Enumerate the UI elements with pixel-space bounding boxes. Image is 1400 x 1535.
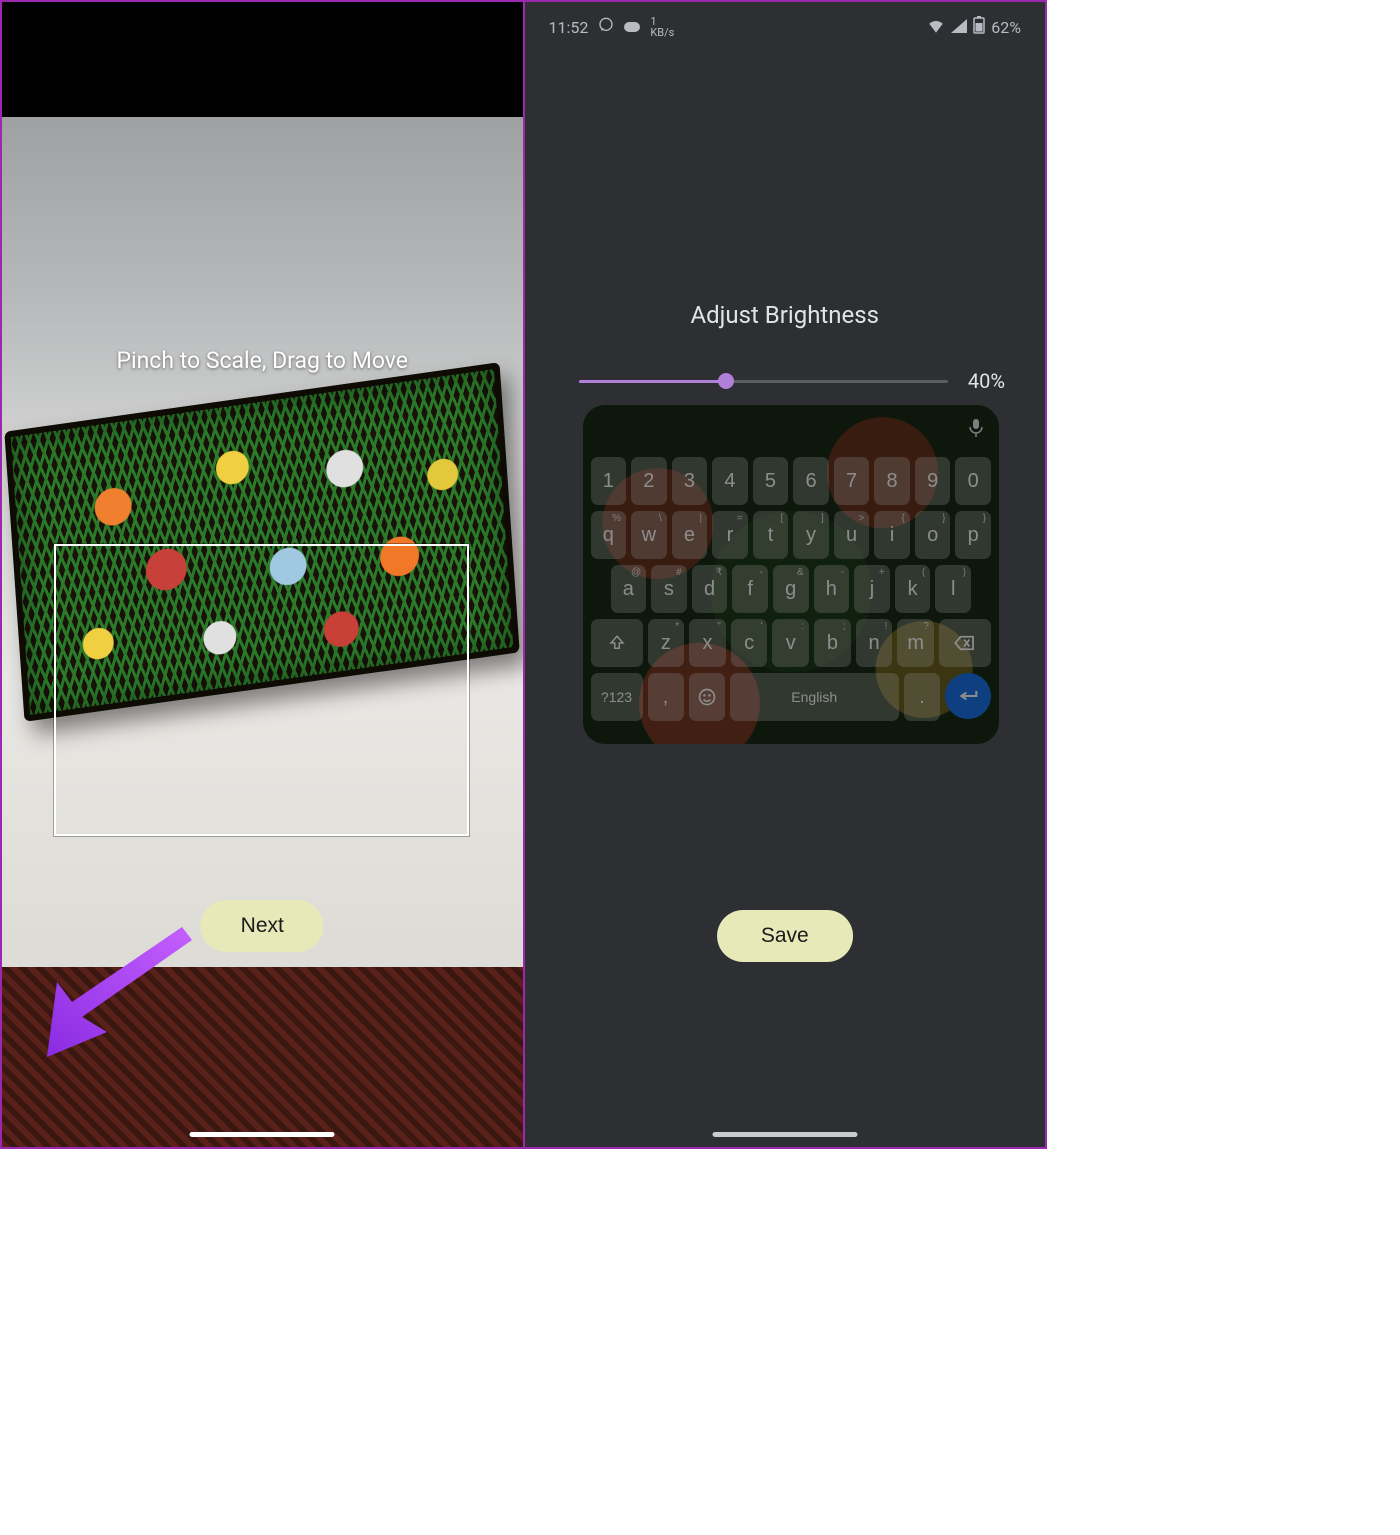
key-2[interactable]: 2 [631, 457, 667, 505]
key-r[interactable]: r= [712, 511, 748, 559]
key-b[interactable]: b; [814, 619, 851, 667]
key-period[interactable]: . [904, 673, 940, 721]
key-a[interactable]: a@ [611, 565, 647, 613]
key-5[interactable]: 5 [753, 457, 789, 505]
phone-left: Pinch to Scale, Drag to Move Next [2, 2, 525, 1147]
key-o[interactable]: o} [915, 511, 951, 559]
emoji-icon [697, 687, 717, 707]
annotation-arrow [37, 922, 207, 1062]
key-p[interactable]: p} [955, 511, 991, 559]
key-s[interactable]: s# [651, 565, 687, 613]
status-bar: 11:52 1KB/s 62% [525, 16, 1046, 38]
battery-icon [973, 16, 985, 38]
battery-percent: 62% [991, 18, 1021, 37]
mic-icon[interactable] [969, 419, 983, 442]
key-i[interactable]: i{ [874, 511, 910, 559]
shift-icon [608, 634, 626, 652]
two-phone-screenshot: Pinch to Scale, Drag to Move Next 11:52 [0, 0, 1047, 1149]
key-emoji[interactable] [689, 673, 725, 721]
key-1[interactable]: 1 [591, 457, 627, 505]
key-c[interactable]: c' [731, 619, 768, 667]
key-e[interactable]: e| [672, 511, 708, 559]
key-q[interactable]: q% [591, 511, 627, 559]
key-shift[interactable] [591, 619, 643, 667]
key-j[interactable]: j+ [854, 565, 890, 613]
key-symbols[interactable]: ?123 [591, 673, 643, 721]
key-6[interactable]: 6 [793, 457, 829, 505]
status-right: 62% [927, 16, 1021, 38]
key-space[interactable]: English [730, 673, 900, 721]
brightness-value: 40% [968, 369, 1005, 393]
phone-right: 11:52 1KB/s 62% [525, 2, 1046, 1147]
key-z[interactable]: z* [648, 619, 685, 667]
brightness-slider-fill [579, 380, 727, 383]
key-enter[interactable] [945, 673, 991, 719]
keyboard-rows: 1 2 3 4 5 6 7 8 9 0 q% w\ e| r= t[ [591, 457, 992, 721]
next-button[interactable]: Next [201, 900, 324, 952]
key-y[interactable]: y] [793, 511, 829, 559]
key-3[interactable]: 3 [672, 457, 708, 505]
page-title: Adjust Brightness [525, 301, 1046, 329]
gesture-bar[interactable] [712, 1132, 857, 1137]
gesture-bar[interactable] [190, 1132, 335, 1137]
key-8[interactable]: 8 [874, 457, 910, 505]
key-g[interactable]: g& [773, 565, 809, 613]
key-m[interactable]: m? [897, 619, 934, 667]
key-x[interactable]: x" [689, 619, 726, 667]
key-k[interactable]: k( [895, 565, 931, 613]
keyboard-row-top: q% w\ e| r= t[ y] u> i{ o} p} [591, 511, 992, 559]
signal-icon [951, 18, 967, 37]
key-backspace[interactable] [939, 619, 991, 667]
key-4[interactable]: 4 [712, 457, 748, 505]
key-u[interactable]: u> [834, 511, 870, 559]
key-l[interactable]: l) [935, 565, 971, 613]
save-button[interactable]: Save [717, 910, 853, 962]
wifi-icon [927, 18, 945, 37]
status-left: 11:52 1KB/s [549, 16, 675, 38]
key-d[interactable]: d₹ [692, 565, 728, 613]
key-0[interactable]: 0 [955, 457, 991, 505]
key-7[interactable]: 7 [834, 457, 870, 505]
instruction-text: Pinch to Scale, Drag to Move [2, 347, 523, 374]
brightness-slider-row: 40% [579, 369, 1006, 393]
key-f[interactable]: f- [732, 565, 768, 613]
brightness-slider-thumb[interactable] [718, 373, 734, 389]
network-speed: 1KB/s [650, 16, 674, 38]
status-time: 11:52 [549, 18, 589, 37]
key-w[interactable]: w\ [631, 511, 667, 559]
key-9[interactable]: 9 [915, 457, 951, 505]
brightness-slider[interactable] [579, 380, 948, 383]
key-comma[interactable]: , [648, 673, 684, 721]
key-n[interactable]: n! [856, 619, 893, 667]
keyboard-row-space: ?123 , English . [591, 673, 992, 721]
keyboard-row-home: a@ s# d₹ f- g& h- j+ k( l) [591, 565, 992, 613]
enter-icon [958, 689, 978, 703]
pill-icon [624, 22, 640, 32]
key-v[interactable]: v: [772, 619, 809, 667]
keyboard-row-numbers: 1 2 3 4 5 6 7 8 9 0 [591, 457, 992, 505]
keyboard-row-bottom: z* x" c' v: b; n! m? [591, 619, 992, 667]
keyboard-preview: 1 2 3 4 5 6 7 8 9 0 q% w\ e| r= t[ [583, 405, 1000, 744]
key-t[interactable]: t[ [753, 511, 789, 559]
whatsapp-icon [598, 17, 614, 37]
backspace-icon [954, 635, 976, 651]
key-h[interactable]: h- [814, 565, 850, 613]
crop-selection-box[interactable] [54, 544, 469, 836]
